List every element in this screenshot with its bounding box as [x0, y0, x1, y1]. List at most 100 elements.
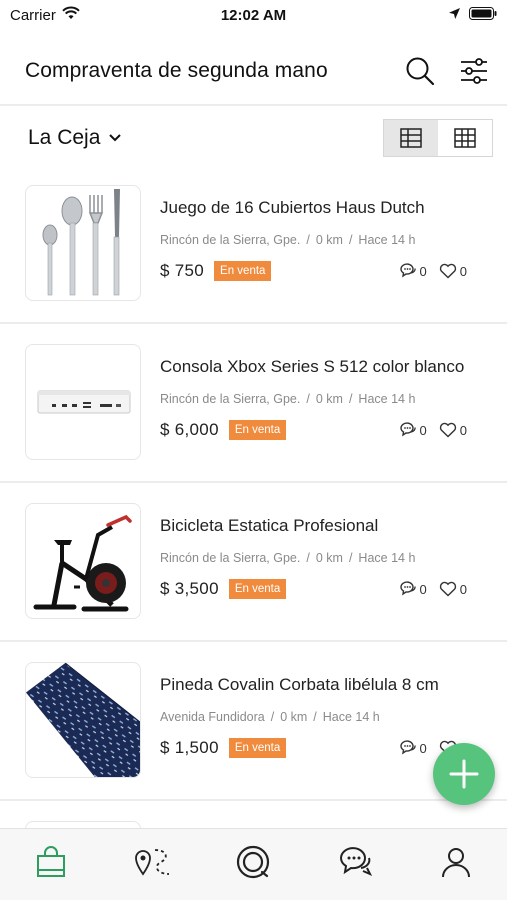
- listing-item[interactable]: Pineda Covalin Corbata libélula 8 cm Ave…: [0, 642, 507, 801]
- like-button[interactable]: 0: [439, 422, 467, 438]
- meta-separator: /: [270, 710, 275, 724]
- listing-title: Consola Xbox Series S 512 color blanco: [160, 357, 465, 376]
- meta-separator: /: [306, 392, 310, 406]
- list-view-icon: [400, 128, 422, 148]
- xbox-console-image: [37, 390, 131, 414]
- nav-item-routes[interactable]: [122, 832, 182, 892]
- status-bar: Carrier 12:02 AM: [0, 0, 507, 30]
- nav-item-shop[interactable]: [21, 832, 81, 892]
- heart-icon: [439, 422, 456, 438]
- chevron-down-icon: [109, 134, 122, 142]
- listing-item[interactable]: Juego de 16 Cubiertos Haus Dutch Rincón …: [0, 165, 507, 324]
- listing-distance: 0 km: [315, 233, 343, 247]
- listing-meta: Rincón de la Sierra, Gpe. / 0 km / Hace 14 h: [160, 551, 415, 565]
- status-badge: En venta: [228, 738, 287, 758]
- status-badge: En venta: [214, 261, 272, 281]
- cutlery-image: [42, 189, 120, 296]
- listing-image: [25, 662, 141, 778]
- likes-count: 0: [459, 422, 467, 438]
- likes-count: 0: [459, 263, 467, 279]
- search-button[interactable]: [403, 54, 437, 88]
- listing-meta: Rincón de la Sierra, Gpe. / 0 km / Hace 14 h: [160, 233, 415, 247]
- listing-place: Rincón de la Sierra, Gpe.: [160, 233, 301, 247]
- comments-count: 0: [419, 740, 427, 756]
- necktie-image: [26, 663, 140, 777]
- grid-view-button[interactable]: [438, 120, 492, 156]
- listing-distance: 0 km: [315, 392, 343, 406]
- meta-separator: /: [348, 233, 353, 247]
- comments-count: 0: [419, 263, 427, 279]
- exercise-bike-image: [33, 514, 132, 612]
- listing-item[interactable]: Bicicleta Estatica Profesional Rincón de…: [0, 483, 507, 642]
- chat-icon: [399, 422, 416, 437]
- comments-button[interactable]: 0: [399, 740, 427, 756]
- wifi-icon: [62, 6, 80, 24]
- nav-item-home[interactable]: [223, 832, 283, 892]
- heart-icon: [439, 581, 456, 597]
- circle-icon: [237, 845, 270, 878]
- search-icon: [406, 57, 435, 86]
- listing-title: Bicicleta Estatica Profesional: [160, 516, 379, 535]
- carrier-label: Carrier: [10, 6, 56, 24]
- shopping-bag-icon: [36, 845, 65, 877]
- comments-button[interactable]: 0: [399, 263, 427, 279]
- listing-item[interactable]: Consola Xbox Series S 512 color blanco R…: [0, 324, 507, 483]
- listing-distance: 0 km: [280, 710, 308, 724]
- like-button[interactable]: 0: [439, 581, 467, 597]
- chat-icon: [399, 263, 416, 278]
- listing-image: [25, 185, 141, 301]
- profile-icon: [442, 847, 471, 877]
- meta-separator: /: [348, 551, 353, 565]
- listing-title: Juego de 16 Cubiertos Haus Dutch: [160, 198, 425, 217]
- listing-time: Hace 14 h: [358, 392, 416, 406]
- listing-place: Rincón de la Sierra, Gpe.: [160, 551, 301, 565]
- listing-image: [25, 503, 141, 619]
- chat-icon: [399, 581, 416, 596]
- plus-icon: [449, 759, 479, 789]
- chat-icon: [399, 740, 416, 755]
- list-view-button[interactable]: [384, 120, 438, 156]
- listing-image: [25, 344, 141, 460]
- app-header: Compraventa de segunda mano: [0, 46, 507, 96]
- meta-separator: /: [306, 233, 310, 247]
- view-toggle: [383, 119, 493, 157]
- location-label: La Ceja: [28, 126, 101, 149]
- filter-row: La Ceja: [0, 116, 507, 160]
- nav-item-profile[interactable]: [426, 832, 486, 892]
- listing-time: Hace 14 h: [358, 551, 416, 565]
- location-arrow-icon: [448, 7, 461, 24]
- comments-count: 0: [419, 422, 427, 438]
- nav-item-messages[interactable]: [325, 832, 385, 892]
- listing-distance: 0 km: [315, 551, 343, 565]
- listing-price: $ 3,500: [160, 579, 219, 598]
- meta-separator: /: [313, 710, 317, 724]
- sliders-icon: [461, 58, 487, 84]
- listing-time: Hace 14 h: [322, 710, 380, 724]
- listing-list: Juego de 16 Cubiertos Haus Dutch Rincón …: [0, 165, 507, 861]
- bottom-nav: [0, 828, 507, 900]
- listing-place: Rincón de la Sierra, Gpe.: [160, 392, 301, 406]
- header-divider: [0, 104, 507, 106]
- comments-button[interactable]: 0: [399, 422, 427, 438]
- location-selector[interactable]: La Ceja: [28, 126, 122, 150]
- battery-icon: [469, 6, 497, 24]
- grid-view-icon: [454, 128, 476, 148]
- filter-settings-button[interactable]: [457, 54, 491, 88]
- listing-title: Pineda Covalin Corbata libélula 8 cm: [160, 675, 439, 694]
- listing-place: Avenida Fundidora: [160, 710, 265, 724]
- route-map-icon: [135, 848, 170, 876]
- listing-time: Hace 14 h: [358, 233, 416, 247]
- heart-icon: [439, 263, 456, 279]
- comments-button[interactable]: 0: [399, 581, 427, 597]
- comments-count: 0: [419, 581, 427, 597]
- listing-meta: Rincón de la Sierra, Gpe. / 0 km / Hace 14 h: [160, 392, 415, 406]
- meta-separator: /: [348, 392, 353, 406]
- add-listing-button[interactable]: [433, 743, 495, 805]
- likes-count: 0: [459, 581, 467, 597]
- listing-price: $ 6,000: [160, 420, 219, 439]
- page-title: Compraventa de segunda mano: [25, 59, 328, 82]
- meta-separator: /: [306, 551, 310, 565]
- status-badge: En venta: [228, 579, 287, 599]
- listing-meta: Avenida Fundidora / 0 km / Hace 14 h: [160, 710, 380, 724]
- like-button[interactable]: 0: [439, 263, 467, 279]
